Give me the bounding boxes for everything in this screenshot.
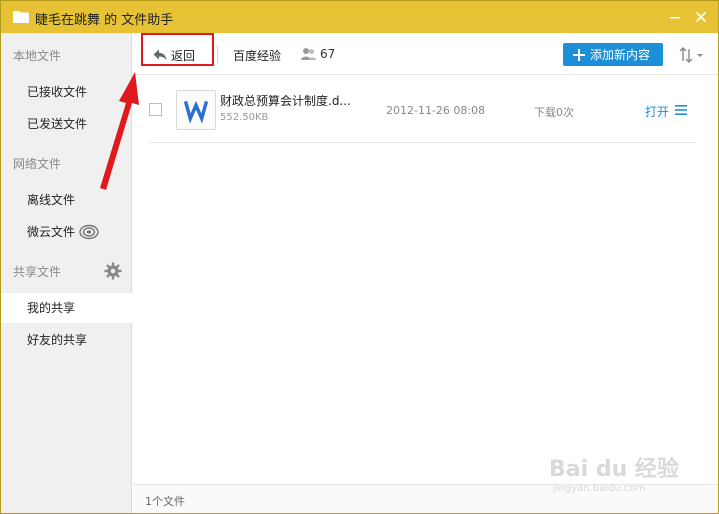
sidebar-item-received[interactable]: 已接收文件 [1, 77, 132, 107]
sidebar: 本地文件 已接收文件 已发送文件 网络文件 离线文件 微云文件 共享文件 我的共… [1, 33, 132, 513]
sidebar-item-label: 我的共享 [27, 301, 76, 315]
close-icon[interactable] [693, 9, 709, 25]
sidebar-item-offline[interactable]: 离线文件 [1, 185, 132, 215]
sidebar-item-label: 微云文件 [27, 225, 76, 239]
sidebar-section-shared: 共享文件 [13, 265, 62, 279]
sidebar-section-network: 网络文件 [13, 157, 62, 171]
toolbar: 返回 百度经验 67 添加新内容 [133, 33, 718, 75]
back-label: 返回 [171, 48, 196, 63]
sidebar-item-my-share[interactable]: 我的共享 [1, 293, 132, 323]
folder-icon [13, 11, 29, 23]
sidebar-item-label: 好友的共享 [27, 333, 88, 347]
back-arrow-icon [153, 49, 167, 60]
toolbar-divider [217, 46, 218, 64]
title-bar: 睫毛在跳舞 的 文件助手 [1, 1, 718, 33]
file-download-count: 下载0次 [534, 106, 574, 119]
add-new-content-label: 添加新内容 [590, 48, 651, 62]
gear-icon[interactable] [104, 262, 122, 280]
minimize-icon[interactable] [667, 9, 683, 25]
share-owner-name[interactable]: 百度经验 [233, 47, 281, 64]
member-count: 67 [320, 47, 336, 61]
watermark-brand: Bai du 经验 [549, 457, 679, 482]
sidebar-item-weiyun[interactable]: 微云文件 [1, 217, 132, 247]
back-button[interactable]: 返回 [153, 45, 195, 65]
file-checkbox[interactable] [149, 103, 162, 116]
file-row[interactable]: 财政总预算会计制度.d... 552.50KB 2012-11-26 08:08… [149, 81, 696, 143]
file-count: 1个文件 [145, 495, 185, 508]
sidebar-item-sent[interactable]: 已发送文件 [1, 109, 132, 139]
window-title: 睫毛在跳舞 的 文件助手 [35, 13, 174, 28]
sidebar-item-friends-share[interactable]: 好友的共享 [1, 325, 132, 355]
file-date: 2012-11-26 08:08 [386, 104, 486, 117]
plus-icon [573, 48, 585, 61]
weiyun-cloud-icon [79, 224, 99, 240]
sort-icon[interactable] [679, 47, 705, 63]
sidebar-item-label: 已发送文件 [27, 117, 88, 131]
file-assistant-window: 睫毛在跳舞 的 文件助手 本地文件 已接收文件 已发送文件 网络文件 离线文件 … [0, 0, 719, 514]
file-size: 552.50KB [220, 112, 269, 123]
file-name[interactable]: 财政总预算会计制度.d... [220, 92, 351, 109]
sidebar-item-label: 离线文件 [27, 193, 76, 207]
baidu-jingyan-watermark: Bai du 经验 jingyan.baidu.com [549, 451, 694, 499]
menu-icon[interactable] [675, 105, 687, 115]
sidebar-section-local: 本地文件 [13, 49, 62, 63]
word-document-icon [176, 90, 216, 130]
members-icon [301, 48, 316, 60]
add-new-content-button[interactable]: 添加新内容 [563, 43, 663, 66]
open-file-link[interactable]: 打开 [645, 103, 669, 120]
watermark-url: jingyan.baidu.com [553, 483, 646, 494]
sidebar-item-label: 已接收文件 [27, 85, 88, 99]
